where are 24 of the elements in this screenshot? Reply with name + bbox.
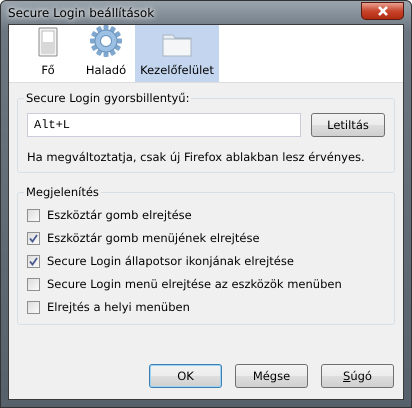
dialog-button[interactable]: OK bbox=[149, 364, 222, 388]
dialog-button[interactable]: Súgó bbox=[321, 364, 394, 388]
checkbox-label: Elrejtés a helyi menüben bbox=[47, 300, 190, 314]
group-label: Secure Login gyorsbillentyű: bbox=[25, 91, 190, 105]
dialog-button[interactable]: Mégse bbox=[235, 364, 308, 388]
close-icon bbox=[376, 6, 388, 16]
shortcut-field[interactable]: Alt+L bbox=[27, 113, 301, 137]
checkbox[interactable] bbox=[27, 232, 40, 244]
close-button[interactable] bbox=[361, 2, 404, 20]
window-title: Secure Login beállítások bbox=[7, 6, 156, 20]
checkbox-label: Secure Login menü elrejtése az eszközök menüben bbox=[47, 277, 342, 291]
checkbox[interactable] bbox=[27, 254, 40, 268]
note-text: Ha megváltoztatja, csak új Firefox ablakban lesz érvényes. bbox=[27, 150, 366, 164]
settings-tab[interactable]: Kezelőfelület bbox=[135, 25, 219, 82]
disable-button[interactable]: Letiltás bbox=[311, 113, 385, 137]
checkbox-label: Eszköztár gomb elrejtése bbox=[47, 208, 192, 222]
checkbox-label: Secure Login állapotsor ikonjának elrejtése bbox=[47, 254, 294, 268]
checkbox[interactable] bbox=[27, 300, 40, 314]
checkbox[interactable] bbox=[27, 278, 40, 290]
checkbox[interactable] bbox=[27, 208, 40, 222]
checkbox-label: Eszköztár gomb menüjének elrejtése bbox=[47, 231, 260, 245]
settings-tab[interactable]: Fő bbox=[19, 25, 77, 82]
settings-tab[interactable]: Haladó bbox=[77, 25, 135, 82]
group-label: Megjelenítés bbox=[25, 185, 100, 199]
